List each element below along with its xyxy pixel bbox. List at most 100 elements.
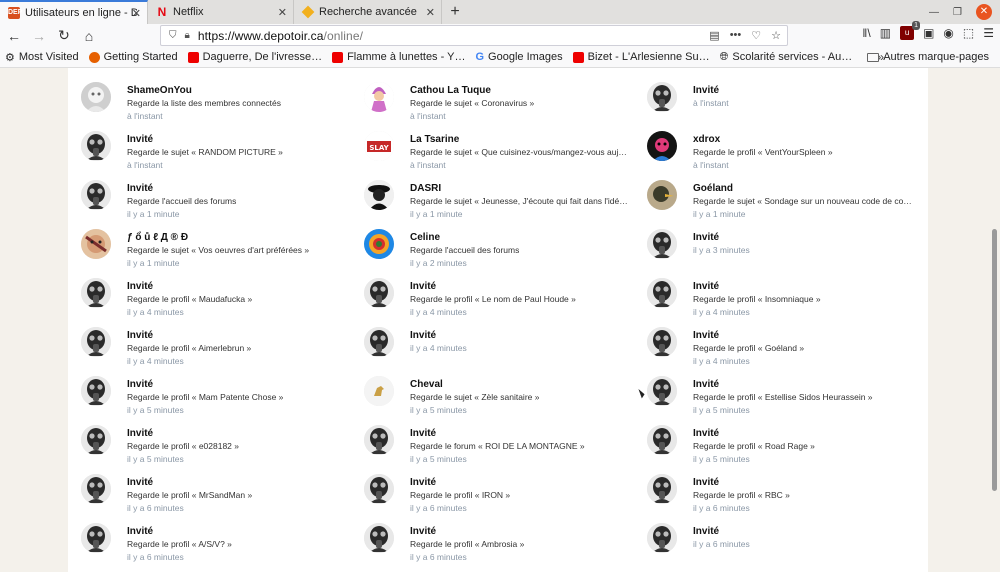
forward-button[interactable]: → <box>28 25 50 47</box>
user-activity[interactable]: Regarde le sujet « Sondage sur un nouvea… <box>693 195 913 208</box>
close-icon[interactable]: ✕ <box>278 6 287 19</box>
user-activity[interactable]: Regarde le profil « Road Rage » <box>693 440 815 453</box>
bookmark-star-icon[interactable]: ☆ <box>771 29 781 42</box>
username-link[interactable]: Invité <box>693 280 821 293</box>
username-link[interactable]: Invité <box>127 378 283 391</box>
avatar[interactable] <box>81 278 111 308</box>
user-activity[interactable]: Regarde le sujet « Que cuisinez-vous/man… <box>410 146 630 159</box>
avatar[interactable] <box>647 278 677 308</box>
ublock-icon[interactable]: u1 <box>900 21 921 40</box>
username-link[interactable]: Invité <box>410 329 467 342</box>
user-activity[interactable]: Regarde l'accueil des forums <box>127 195 236 208</box>
user-activity[interactable]: Regarde le sujet « RANDOM PICTURE » <box>127 146 283 159</box>
user-activity[interactable]: Regarde le sujet « Vos oeuvres d'art pré… <box>127 244 309 257</box>
user-activity[interactable]: Regarde le sujet « Coronavirus » <box>410 97 534 110</box>
username-link[interactable]: Invité <box>127 476 252 489</box>
user-activity[interactable]: Regarde l'accueil des forums <box>410 244 519 257</box>
username-link[interactable]: Invité <box>693 525 750 538</box>
url-bar[interactable]: ⛉ 🔒︎ https://www.depotoir.ca/online/ ▤ •… <box>160 25 788 46</box>
username-link[interactable]: La Tsarine <box>410 133 630 146</box>
username-link[interactable]: Invité <box>693 476 790 489</box>
bookmark-google-images[interactable]: G Google Images <box>470 51 567 63</box>
shield-icon[interactable]: ⛉ <box>169 30 177 41</box>
avatar[interactable] <box>81 425 111 455</box>
user-activity[interactable]: Regarde le profil « MrSandMan » <box>127 489 252 502</box>
username-link[interactable]: Invité <box>693 378 873 391</box>
user-activity[interactable]: Regarde le sujet « Jeunesse, J'écoute qu… <box>410 195 630 208</box>
username-link[interactable]: Invité <box>127 133 283 146</box>
close-icon[interactable]: ✕ <box>426 6 435 19</box>
username-link[interactable]: Invité <box>410 427 585 440</box>
new-tab-button[interactable]: + <box>442 0 468 24</box>
avatar[interactable] <box>647 82 677 112</box>
minimize-icon[interactable]: — <box>929 7 939 18</box>
username-link[interactable]: Invité <box>127 329 251 342</box>
avatar[interactable] <box>81 327 111 357</box>
username-link[interactable]: Invité <box>127 182 236 195</box>
avatar[interactable] <box>647 131 677 161</box>
restore-icon[interactable]: ❐ <box>953 7 962 18</box>
user-activity[interactable]: Regarde le profil « Aimerlebrun » <box>127 342 251 355</box>
username-link[interactable]: Invité <box>693 427 815 440</box>
reader-icon[interactable]: ▣ <box>923 26 934 40</box>
hamburger-menu-icon[interactable]: ☰ <box>983 26 994 40</box>
username-link[interactable]: Invité <box>693 231 750 244</box>
bookmark-bizet[interactable]: Bizet - L'Arlesienne Su… <box>568 51 715 63</box>
user-activity[interactable]: Regarde le profil « RBC » <box>693 489 790 502</box>
user-activity[interactable]: Regarde le profil « e028182 » <box>127 440 239 453</box>
avatar[interactable] <box>81 474 111 504</box>
avatar[interactable] <box>364 180 394 210</box>
user-activity[interactable]: Regarde le profil « Mam Patente Chose » <box>127 391 283 404</box>
avatar[interactable] <box>647 229 677 259</box>
pocket-icon[interactable]: ♡ <box>751 29 761 42</box>
other-bookmarks[interactable]: Autres marque-pages <box>862 51 994 63</box>
username-link[interactable]: DASRI <box>410 182 630 195</box>
username-link[interactable]: Invité <box>410 476 510 489</box>
avatar[interactable]: SLAY <box>364 131 394 161</box>
close-icon[interactable]: ✕ <box>132 7 141 20</box>
username-link[interactable]: Goéland <box>693 182 913 195</box>
avatar[interactable] <box>647 474 677 504</box>
avatar[interactable] <box>81 376 111 406</box>
sidebar-icon[interactable]: ▥ <box>880 26 891 40</box>
avatar[interactable] <box>647 180 677 210</box>
username-link[interactable]: Invité <box>127 427 239 440</box>
avatar[interactable] <box>81 229 111 259</box>
library-icon[interactable]: ‖\ <box>862 26 870 40</box>
username-link[interactable]: Invité <box>410 525 524 538</box>
more-actions-icon[interactable]: ••• <box>730 29 742 42</box>
username-link[interactable]: Celine <box>410 231 519 244</box>
avatar[interactable] <box>81 82 111 112</box>
avatar[interactable] <box>364 82 394 112</box>
bookmark-scolarite[interactable]: 🌐︎ Scolarité services - Au… <box>715 51 858 64</box>
tab-online-users[interactable]: DEP Utilisateurs en ligne - DE ✕ <box>0 0 148 24</box>
user-activity[interactable]: Regarde le profil « Estellise Sidos Heur… <box>693 391 873 404</box>
user-activity[interactable]: Regarde la liste des membres connectés <box>127 97 281 110</box>
username-link[interactable]: Invité <box>127 525 232 538</box>
avatar[interactable] <box>647 425 677 455</box>
username-link[interactable]: Cathou La Tuque <box>410 84 534 97</box>
avatar[interactable] <box>364 376 394 406</box>
bookmark-most-visited[interactable]: ⚙ Most Visited <box>0 51 84 64</box>
back-button[interactable]: ← <box>3 25 25 47</box>
avatar[interactable] <box>364 523 394 553</box>
user-activity[interactable]: Regarde le profil « A/S/V? » <box>127 538 232 551</box>
reload-button[interactable]: ↻ <box>53 25 75 47</box>
username-link[interactable]: Invité <box>693 329 804 342</box>
tab-advanced-search[interactable]: Recherche avancée ✕ <box>294 0 442 24</box>
bookmark-getting-started[interactable]: Getting Started <box>84 51 183 63</box>
user-activity[interactable]: Regarde le profil « Le nom de Paul Houde… <box>410 293 576 306</box>
avatar[interactable] <box>647 327 677 357</box>
avatar[interactable] <box>647 523 677 553</box>
avatar[interactable] <box>364 474 394 504</box>
username-link[interactable]: ShameOnYou <box>127 84 281 97</box>
username-link[interactable]: Invité <box>127 280 252 293</box>
avatar[interactable] <box>81 180 111 210</box>
user-activity[interactable]: Regarde le profil « IRON » <box>410 489 510 502</box>
home-button[interactable]: ⌂ <box>78 25 100 47</box>
lock-icon[interactable]: 🔒︎ <box>185 30 190 41</box>
avatar[interactable] <box>364 425 394 455</box>
user-activity[interactable]: Regarde le profil « Goéland » <box>693 342 804 355</box>
scrollbar-thumb[interactable] <box>992 229 997 491</box>
username-link[interactable]: Invité <box>693 84 729 97</box>
